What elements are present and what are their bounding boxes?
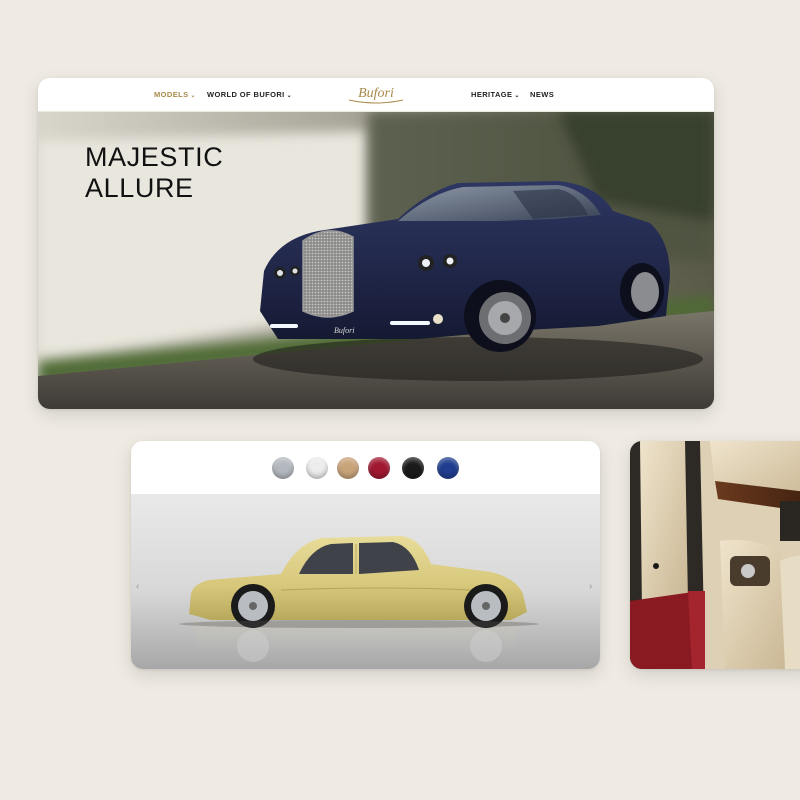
nav-news[interactable]: NEWS: [530, 78, 554, 111]
nav-models-label: MODELS: [154, 90, 189, 99]
car-preview-image: [131, 494, 600, 669]
swatch-silver[interactable]: [272, 457, 294, 479]
color-configurator-card: ‹ ›: [131, 441, 600, 669]
chevron-down-icon: ⌄: [286, 93, 293, 99]
previous-arrow-icon[interactable]: ‹: [136, 581, 139, 592]
nav-world-of-bufori[interactable]: WORLD OF BUFORI ⌄: [207, 78, 292, 111]
swatch-blue[interactable]: [437, 457, 459, 479]
nav-models[interactable]: MODELS ⌄: [154, 78, 196, 111]
nav-heritage-label: HERITAGE: [471, 90, 513, 99]
color-swatch-bar: [131, 441, 600, 494]
nav-heritage[interactable]: HERITAGE ⌄: [471, 78, 520, 111]
swatch-champagne[interactable]: [337, 457, 359, 479]
interior-gallery-card: [630, 441, 800, 669]
swatch-red[interactable]: [368, 457, 390, 479]
chevron-down-icon: ⌄: [514, 93, 520, 99]
nav-news-label: NEWS: [530, 90, 555, 99]
bufori-logo[interactable]: Bufori: [343, 82, 409, 107]
nav-world-label: WORLD OF BUFORI: [207, 90, 285, 99]
next-arrow-icon[interactable]: ›: [589, 581, 592, 592]
hero-headline: MAJESTIC ALLURE: [85, 142, 223, 204]
hero-card: MODELS ⌄ WORLD OF BUFORI ⌄ Bufori HERITAGE…: [38, 78, 714, 409]
interior-image: [630, 441, 800, 669]
headline-line-2: ALLURE: [85, 173, 194, 203]
swatch-white[interactable]: [306, 457, 328, 479]
logo-text: Bufori: [358, 86, 394, 101]
chevron-down-icon: ⌄: [190, 93, 196, 99]
swatch-black[interactable]: [402, 457, 424, 479]
headline-line-1: MAJESTIC: [85, 142, 224, 172]
top-navigation: MODELS ⌄ WORLD OF BUFORI ⌄ Bufori HERITAGE…: [38, 78, 714, 112]
svg-text:Bufori: Bufori: [334, 326, 354, 335]
